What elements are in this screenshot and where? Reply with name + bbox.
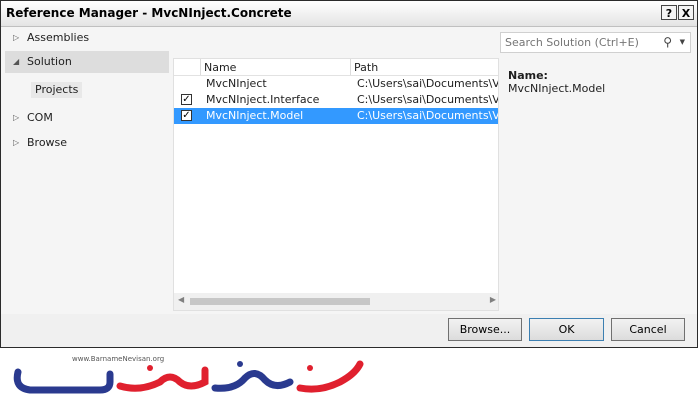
row-name: MvcNInject.Model: [206, 109, 304, 122]
ok-button[interactable]: OK: [529, 318, 604, 341]
nav-item-solution[interactable]: ◢ Solution: [5, 51, 169, 73]
window-title: Reference Manager - MvcNInject.Concrete: [6, 6, 292, 20]
category-nav: ▷ Assemblies ◢ Solution Projects ▷ COM ▷…: [5, 27, 169, 314]
expand-arrow-icon[interactable]: ▷: [13, 107, 19, 129]
expand-arrow-icon[interactable]: ▷: [13, 132, 19, 154]
list-header: Name Path: [174, 59, 498, 76]
title-bar[interactable]: Reference Manager - MvcNInject.Concrete …: [1, 1, 697, 27]
nav-item-browse[interactable]: ▷ Browse: [5, 132, 169, 154]
horizontal-scrollbar[interactable]: ◀ ▶: [174, 293, 498, 310]
list-row-selected[interactable]: ✓ MvcNInject.Model C:\Users\sai\Document…: [174, 108, 499, 124]
nav-item-label: Browse: [27, 136, 68, 149]
dialog-body: ▷ Assemblies ◢ Solution Projects ▷ COM ▷…: [1, 27, 697, 314]
close-button[interactable]: X: [678, 5, 694, 20]
include-checkbox[interactable]: ✓: [181, 110, 192, 121]
row-name: MvcNInject.Interface: [206, 93, 320, 106]
search-icon[interactable]: ⚲: [663, 35, 672, 49]
search-input[interactable]: [505, 35, 655, 50]
collapse-arrow-icon[interactable]: ◢: [13, 51, 19, 73]
help-button[interactable]: ?: [661, 5, 677, 20]
row-path: C:\Users\sai\Documents\Visua: [357, 93, 499, 106]
details-name-label: Name:: [508, 69, 548, 82]
include-checkbox[interactable]: ✓: [181, 94, 192, 105]
scroll-left-icon[interactable]: ◀: [178, 295, 184, 304]
expand-arrow-icon[interactable]: ▷: [13, 27, 19, 49]
details-panel: Name: MvcNInject.Model: [508, 69, 605, 95]
row-path: C:\Users\sai\Documents\Visua: [357, 77, 499, 90]
scroll-right-icon[interactable]: ▶: [490, 295, 496, 304]
reference-manager-dialog: Reference Manager - MvcNInject.Concrete …: [0, 0, 698, 348]
row-name: MvcNInject: [206, 77, 267, 90]
chevron-down-icon[interactable]: ▼: [680, 38, 685, 46]
search-box[interactable]: ⚲ ▼: [500, 32, 691, 53]
barnamenevisan-logo: www.BarnameNevisan.org: [13, 355, 364, 394]
browse-button[interactable]: Browse...: [448, 318, 522, 341]
nav-item-projects[interactable]: Projects: [31, 82, 83, 98]
scroll-thumb[interactable]: [190, 298, 370, 305]
nav-item-label: COM: [27, 111, 53, 124]
column-separator[interactable]: [350, 59, 351, 75]
button-bar: Browse... OK Cancel: [1, 314, 697, 347]
nav-item-label: Assemblies: [27, 31, 90, 44]
list-row[interactable]: ✓ MvcNInject.Interface C:\Users\sai\Docu…: [174, 92, 499, 108]
logo-url: www.BarnameNevisan.org: [72, 355, 164, 363]
column-separator[interactable]: [200, 59, 201, 75]
cancel-button[interactable]: Cancel: [611, 318, 685, 341]
nav-item-com[interactable]: ▷ COM: [5, 107, 169, 129]
nav-item-label: Solution: [27, 55, 72, 68]
project-list: Name Path MvcNInject C:\Users\sai\Docume…: [173, 58, 499, 311]
column-header-path[interactable]: Path: [354, 61, 378, 74]
list-row[interactable]: MvcNInject C:\Users\sai\Documents\Visua: [174, 76, 499, 92]
nav-item-assemblies[interactable]: ▷ Assemblies: [5, 27, 169, 49]
column-header-name[interactable]: Name: [204, 61, 236, 74]
details-name-value: MvcNInject.Model: [508, 82, 606, 95]
row-path: C:\Users\sai\Documents\Visua: [357, 109, 499, 122]
